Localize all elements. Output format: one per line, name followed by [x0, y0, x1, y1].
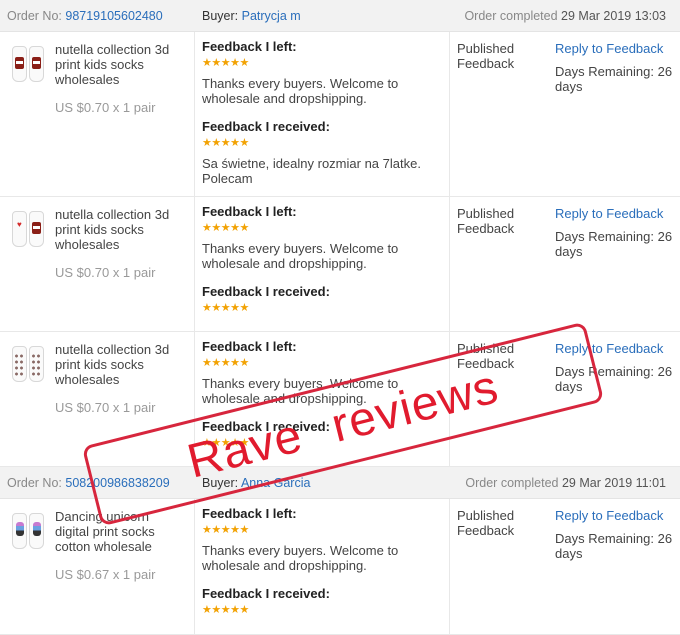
buyer: Buyer: Patrycja m: [202, 9, 301, 23]
star-rating-icon: ★★★★★: [202, 437, 249, 449]
action-cell: Reply to Feedback Days Remaining: 26 day…: [547, 197, 680, 331]
product-price: US $0.70 x 1 pair: [55, 100, 156, 115]
buyer-link[interactable]: Patrycja m: [242, 9, 301, 23]
unicorn-socks-icon[interactable]: [8, 511, 50, 551]
order-number-link[interactable]: 508200986838209: [65, 476, 169, 490]
feedback-left-label: Feedback I left:: [202, 339, 297, 354]
nutella-socks-icon[interactable]: [8, 44, 50, 84]
feedback-left-text: Thanks every buyers. Welcome to wholesal…: [202, 543, 399, 573]
order-number: Order No: 508200986838209: [7, 476, 170, 490]
product-cell: nutella collection 3d print kids socks w…: [0, 32, 195, 196]
product-cell: ♥ nutella collection 3d print kids socks…: [0, 197, 195, 331]
days-remaining: Days Remaining: 26 days: [555, 364, 673, 394]
status-text: Published Feedback: [457, 41, 515, 71]
star-rating-icon: ★★★★★: [202, 524, 249, 536]
feedback-left-label: Feedback I left:: [202, 204, 297, 219]
reply-to-feedback-link[interactable]: Reply to Feedback: [555, 41, 663, 56]
product-name-link[interactable]: nutella collection 3d print kids socks w…: [55, 342, 183, 387]
product-name-link[interactable]: nutella collection 3d print kids socks w…: [55, 207, 183, 252]
order-number: Order No: 98719105602480: [7, 9, 163, 23]
order-header: Order No: 98719105602480 Buyer: Patrycja…: [0, 0, 680, 32]
star-rating-icon: ★★★★★: [202, 137, 249, 149]
buyer-link[interactable]: Anna Garcia: [241, 476, 310, 490]
product-name-link[interactable]: Dancing unicorn digital print socks cott…: [55, 509, 183, 554]
status-text: Published Feedback: [457, 206, 515, 236]
status-cell: Published Feedback: [450, 197, 547, 331]
feedback-left-text: Thanks every buyers. Welcome to wholesal…: [202, 376, 399, 406]
feedback-left-text: Thanks every buyers. Welcome to wholesal…: [202, 241, 399, 271]
order-completed-label: Order completed: [464, 8, 558, 23]
feedback-received-text: Sa świetne, idealny rozmiar na 7latke. P…: [202, 156, 421, 186]
star-rating-icon: ★★★★★: [202, 357, 249, 369]
order-item-row: nutella collection 3d print kids socks w…: [0, 332, 680, 467]
order-number-label: Order No:: [7, 8, 62, 23]
product-price: US $0.67 x 1 pair: [55, 567, 156, 582]
action-cell: Reply to Feedback Days Remaining: 26 day…: [547, 499, 680, 634]
order-number-link[interactable]: 98719105602480: [65, 9, 162, 23]
product-price: US $0.70 x 1 pair: [55, 265, 156, 280]
feedback-left-label: Feedback I left:: [202, 39, 297, 54]
patterned-socks-icon[interactable]: [8, 344, 50, 384]
status-cell: Published Feedback: [450, 499, 547, 634]
status-text: Published Feedback: [457, 341, 515, 371]
days-remaining: Days Remaining: 26 days: [555, 229, 673, 259]
order-item-row: ♥ nutella collection 3d print kids socks…: [0, 197, 680, 332]
buyer-label: Buyer:: [202, 475, 239, 490]
buyer: Buyer: Anna Garcia: [202, 476, 310, 490]
status-cell: Published Feedback: [450, 32, 547, 196]
order-completed: Order completed 29 Mar 2019 11:01: [465, 476, 666, 490]
order-item-row: Dancing unicorn digital print socks cott…: [0, 499, 680, 635]
feedback-cell: Feedback I left: ★★★★★ Thanks every buye…: [195, 499, 450, 634]
feedback-left-text: Thanks every buyers. Welcome to wholesal…: [202, 76, 399, 106]
star-rating-icon: ★★★★★: [202, 302, 249, 314]
feedback-received-label: Feedback I received:: [202, 419, 330, 434]
feedback-received-label: Feedback I received:: [202, 586, 330, 601]
order-completed-date: 29 Mar 2019 13:03: [561, 8, 666, 23]
feedback-received-label: Feedback I received:: [202, 119, 330, 134]
order-header: Order No: 508200986838209 Buyer: Anna Ga…: [0, 467, 680, 499]
product-cell: Dancing unicorn digital print socks cott…: [0, 499, 195, 634]
reply-to-feedback-link[interactable]: Reply to Feedback: [555, 508, 663, 523]
order-item-row: nutella collection 3d print kids socks w…: [0, 32, 680, 197]
status-cell: Published Feedback: [450, 332, 547, 466]
days-remaining: Days Remaining: 26 days: [555, 64, 673, 94]
feedback-cell: Feedback I left: ★★★★★ Thanks every buye…: [195, 32, 450, 196]
reply-to-feedback-link[interactable]: Reply to Feedback: [555, 341, 663, 356]
status-text: Published Feedback: [457, 508, 515, 538]
heart-nutella-socks-icon[interactable]: ♥: [8, 209, 50, 249]
order-completed-date: 29 Mar 2019 11:01: [561, 475, 666, 490]
order-completed: Order completed 29 Mar 2019 13:03: [464, 9, 666, 23]
days-remaining: Days Remaining: 26 days: [555, 531, 673, 561]
buyer-label: Buyer:: [202, 8, 239, 23]
star-rating-icon: ★★★★★: [202, 57, 249, 69]
order-number-label: Order No:: [7, 475, 62, 490]
action-cell: Reply to Feedback Days Remaining: 26 day…: [547, 32, 680, 196]
product-cell: nutella collection 3d print kids socks w…: [0, 332, 195, 466]
feedback-received-label: Feedback I received:: [202, 284, 330, 299]
feedback-cell: Feedback I left: ★★★★★ Thanks every buye…: [195, 332, 450, 466]
star-rating-icon: ★★★★★: [202, 222, 249, 234]
feedback-left-label: Feedback I left:: [202, 506, 297, 521]
product-name-link[interactable]: nutella collection 3d print kids socks w…: [55, 42, 183, 87]
feedback-cell: Feedback I left: ★★★★★ Thanks every buye…: [195, 197, 450, 331]
order-completed-label: Order completed: [465, 475, 559, 490]
reply-to-feedback-link[interactable]: Reply to Feedback: [555, 206, 663, 221]
product-price: US $0.70 x 1 pair: [55, 400, 156, 415]
star-rating-icon: ★★★★★: [202, 604, 249, 616]
action-cell: Reply to Feedback Days Remaining: 26 day…: [547, 332, 680, 466]
